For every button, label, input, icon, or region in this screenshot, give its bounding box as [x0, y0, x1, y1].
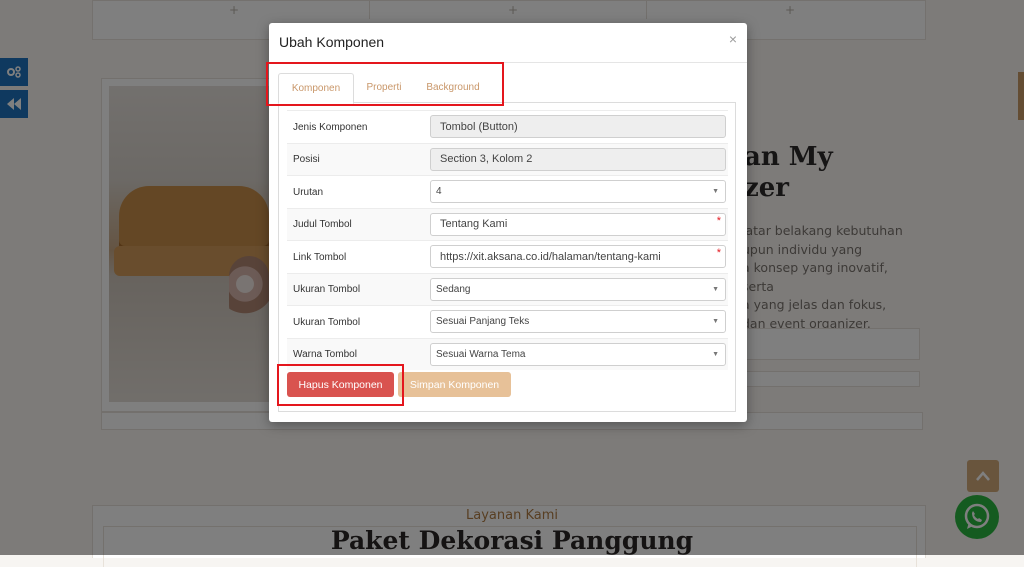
field-value: Tentang Kami — [440, 218, 508, 230]
field-value: Section 3, Kolom 2 — [440, 153, 533, 165]
field-value: https://xit.aksana.co.id/halaman/tentang… — [440, 250, 661, 263]
jenis-komponen-field: Tombol (Button) — [430, 115, 726, 138]
field-label: Urutan — [293, 186, 324, 198]
form-row-ukuran-tombol: Ukuran Tombol Sedang ▼ — [287, 272, 728, 305]
caret-down-icon: ▼ — [712, 188, 719, 195]
component-form: Jenis Komponen Tombol (Button) Posisi Se… — [287, 110, 728, 370]
required-icon: * — [716, 247, 721, 259]
judul-tombol-input[interactable]: Tentang Kami * — [430, 212, 726, 236]
field-label: Ukuran Tombol — [293, 316, 361, 328]
save-component-button[interactable]: Simpan Komponen — [398, 372, 511, 397]
field-value: Sesuai Panjang Teks — [436, 316, 530, 327]
lebar-tombol-select[interactable]: Sesuai Panjang Teks ▼ — [430, 310, 726, 333]
field-value: Sesuai Warna Tema — [436, 348, 526, 360]
form-row-urutan: Urutan 4 ▼ — [287, 175, 728, 208]
form-row-link-tombol: Link Tombol https://xit.aksana.co.id/hal… — [287, 240, 728, 273]
close-icon[interactable]: × — [729, 31, 737, 47]
modal-title: Ubah Komponen — [279, 34, 385, 50]
caret-down-icon: ▼ — [712, 318, 719, 325]
field-label: Ukuran Tombol — [293, 284, 361, 295]
urutan-select[interactable]: 4 ▼ — [430, 180, 726, 203]
warna-tombol-select[interactable]: Sesuai Warna Tema ▼ — [430, 342, 726, 366]
link-tombol-input[interactable]: https://xit.aksana.co.id/halaman/tentang… — [430, 245, 726, 268]
form-row-judul-tombol: Judul Tombol Tentang Kami * — [287, 207, 728, 240]
delete-highlight-box — [277, 364, 404, 406]
field-value: Tombol (Button) — [440, 120, 518, 133]
caret-down-icon: ▼ — [712, 285, 719, 293]
field-label: Jenis Komponen — [293, 121, 368, 133]
field-label: Posisi — [293, 154, 320, 165]
field-label: Judul Tombol — [293, 219, 352, 230]
posisi-field: Section 3, Kolom 2 — [430, 147, 726, 171]
tabs-highlight-box — [266, 62, 504, 106]
modal-header: Ubah Komponen × — [269, 23, 747, 63]
field-label: Link Tombol — [293, 251, 347, 263]
required-icon: * — [716, 214, 721, 227]
form-row-ukuran-tombol-2: Ukuran Tombol Sesuai Panjang Teks ▼ — [287, 305, 728, 338]
caret-down-icon: ▼ — [712, 350, 719, 358]
field-value: 4 — [436, 186, 442, 197]
form-row-posisi: Posisi Section 3, Kolom 2 — [287, 142, 728, 175]
form-row-jenis-komponen: Jenis Komponen Tombol (Button) — [287, 110, 728, 143]
field-value: Sedang — [436, 283, 471, 295]
ukuran-tombol-select[interactable]: Sedang ▼ — [430, 277, 726, 301]
